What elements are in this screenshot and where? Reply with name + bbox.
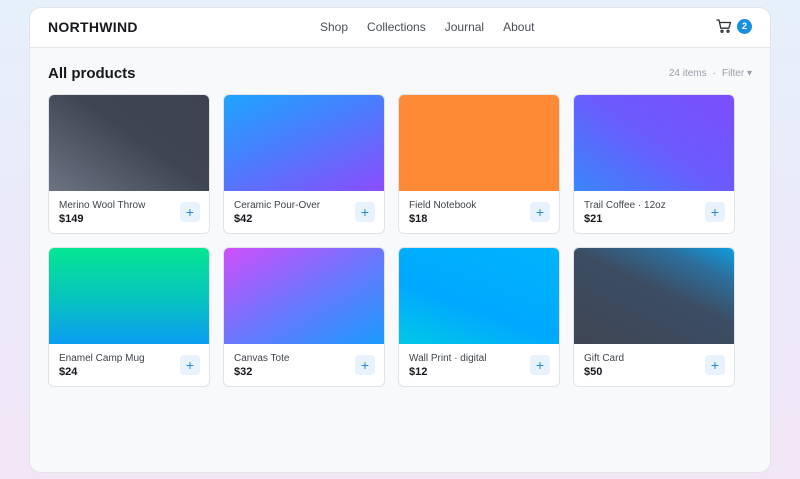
product-image bbox=[574, 95, 734, 191]
add-to-cart-button[interactable]: + bbox=[530, 355, 550, 375]
product-name: Ceramic Pour-Over bbox=[234, 200, 321, 211]
product-price: $149 bbox=[59, 213, 84, 225]
cart-icon bbox=[716, 19, 732, 33]
product-card[interactable]: Enamel Camp Mug $24 + bbox=[48, 247, 210, 387]
product-name: Trail Coffee · 12oz bbox=[584, 200, 666, 211]
page-meta: 24 items · Filter ▾ bbox=[669, 68, 752, 79]
product-card[interactable]: Gift Card $50 + bbox=[573, 247, 735, 387]
add-to-cart-button[interactable]: + bbox=[705, 202, 725, 222]
product-image bbox=[574, 248, 734, 344]
add-to-cart-button[interactable]: + bbox=[705, 355, 725, 375]
product-image bbox=[49, 248, 209, 344]
product-image bbox=[224, 95, 384, 191]
add-to-cart-button[interactable]: + bbox=[180, 202, 200, 222]
product-image bbox=[224, 248, 384, 344]
main-nav: Shop Collections Journal About bbox=[320, 20, 534, 34]
meta-separator: · bbox=[712, 68, 716, 79]
product-card[interactable]: Field Notebook $18 + bbox=[398, 94, 560, 234]
storefront-window: NORTHWIND Shop Collections Journal About… bbox=[29, 7, 771, 473]
product-price: $32 bbox=[234, 366, 253, 378]
page-header: All products 24 items · Filter ▾ bbox=[48, 65, 752, 85]
product-price: $18 bbox=[409, 213, 428, 225]
product-price: $24 bbox=[59, 366, 78, 378]
product-price: $21 bbox=[584, 213, 603, 225]
product-image bbox=[399, 95, 559, 191]
product-card[interactable]: Trail Coffee · 12oz $21 + bbox=[573, 94, 735, 234]
add-to-cart-button[interactable]: + bbox=[355, 202, 375, 222]
add-to-cart-button[interactable]: + bbox=[530, 202, 550, 222]
product-image bbox=[49, 95, 209, 191]
nav-journal[interactable]: Journal bbox=[445, 20, 484, 34]
product-name: Field Notebook bbox=[409, 200, 477, 211]
product-card[interactable]: Canvas Tote $32 + bbox=[223, 247, 385, 387]
product-name: Canvas Tote bbox=[234, 353, 290, 364]
product-price: $12 bbox=[409, 366, 428, 378]
product-image bbox=[399, 248, 559, 344]
product-price: $42 bbox=[234, 213, 253, 225]
filter-button[interactable]: Filter ▾ bbox=[722, 68, 752, 79]
nav-collections[interactable]: Collections bbox=[367, 20, 426, 34]
product-name: Merino Wool Throw bbox=[59, 200, 146, 211]
product-card[interactable]: Merino Wool Throw $149 + bbox=[48, 94, 210, 234]
cart-button[interactable]: 2 bbox=[716, 18, 752, 34]
nav-about[interactable]: About bbox=[503, 20, 534, 34]
top-bar: NORTHWIND Shop Collections Journal About… bbox=[30, 8, 770, 48]
page-title: All products bbox=[48, 65, 136, 82]
product-card[interactable]: Ceramic Pour-Over $42 + bbox=[223, 94, 385, 234]
product-card[interactable]: Wall Print · digital $12 + bbox=[398, 247, 560, 387]
nav-shop[interactable]: Shop bbox=[320, 20, 348, 34]
product-name: Wall Print · digital bbox=[409, 353, 487, 364]
product-name: Gift Card bbox=[584, 353, 625, 364]
add-to-cart-button[interactable]: + bbox=[355, 355, 375, 375]
cart-count-badge: 2 bbox=[737, 18, 752, 34]
product-grid: Merino Wool Throw $149 + Ceramic Pour-Ov… bbox=[48, 94, 735, 387]
brand-logo[interactable]: NORTHWIND bbox=[48, 19, 138, 35]
product-name: Enamel Camp Mug bbox=[59, 353, 145, 364]
product-price: $50 bbox=[584, 366, 603, 378]
item-count: 24 items bbox=[668, 68, 707, 79]
add-to-cart-button[interactable]: + bbox=[180, 355, 200, 375]
